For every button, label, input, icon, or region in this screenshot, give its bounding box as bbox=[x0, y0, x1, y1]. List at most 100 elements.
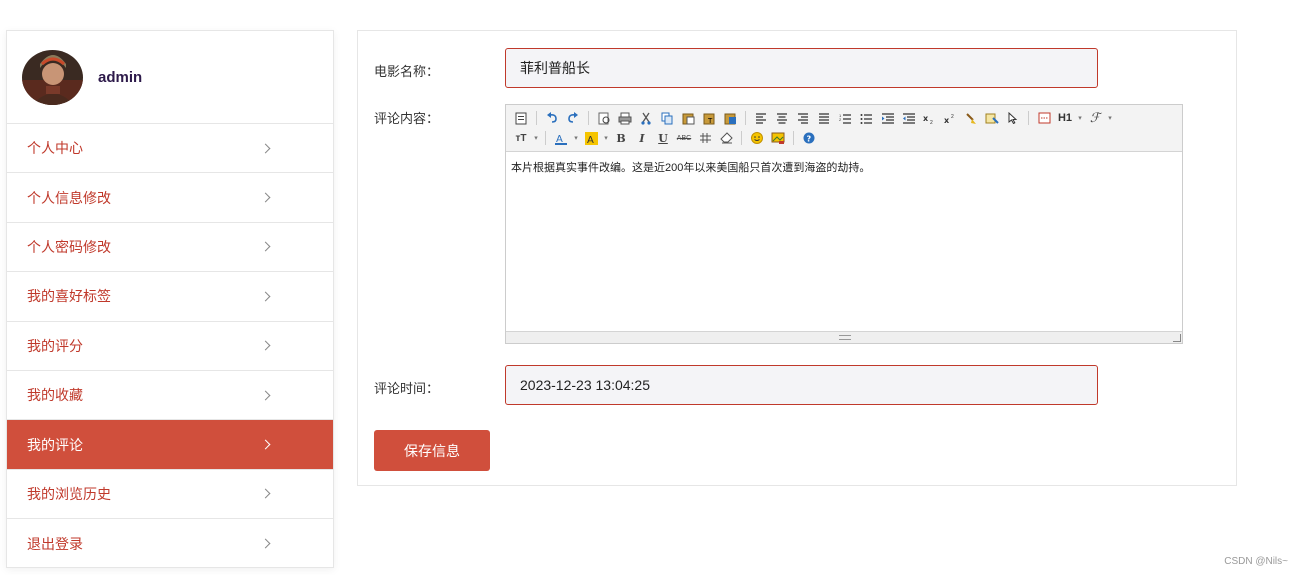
comment-content-textarea[interactable]: 本片根据真实事件改编。这是近200年以来美国船只首次遭到海盗的劫持。 bbox=[506, 152, 1182, 331]
movie-name-value: 菲利普船长 bbox=[520, 60, 590, 76]
chevron-right-icon bbox=[260, 390, 271, 401]
outdent-icon[interactable] bbox=[899, 109, 917, 127]
sidebar-item-label: 个人中心 bbox=[27, 140, 83, 157]
emoji-icon[interactable] bbox=[748, 129, 766, 147]
corner-resize-icon[interactable] bbox=[1173, 334, 1181, 342]
heading-dropdown[interactable]: H1 bbox=[1056, 109, 1074, 127]
chevron-down-icon[interactable]: ▾ bbox=[533, 129, 539, 147]
print-icon[interactable] bbox=[616, 109, 634, 127]
watermark: CSDN @Nils~ bbox=[1224, 556, 1288, 567]
toolbar-divider bbox=[793, 131, 794, 145]
sidebar-item-personal-center[interactable]: 个人中心 bbox=[7, 124, 333, 174]
underline-button[interactable]: U bbox=[654, 129, 672, 147]
svg-text:x: x bbox=[923, 114, 929, 123]
redo-icon[interactable] bbox=[564, 109, 582, 127]
toolbar-divider bbox=[1028, 111, 1029, 125]
sidebar-item-my-comments[interactable]: 我的评论 bbox=[7, 420, 333, 470]
subscript-icon[interactable]: x2 bbox=[920, 109, 938, 127]
save-button[interactable]: 保存信息 bbox=[374, 430, 490, 471]
toolbar-divider bbox=[536, 111, 537, 125]
movie-name-label: 电影名称： bbox=[374, 64, 440, 79]
toolbar-divider bbox=[741, 131, 742, 145]
resize-grip-icon[interactable] bbox=[839, 335, 851, 340]
chevron-right-icon bbox=[260, 488, 271, 499]
sidebar-item-my-ratings[interactable]: 我的评分 bbox=[7, 322, 333, 371]
preview-icon[interactable] bbox=[595, 109, 613, 127]
unordered-list-icon[interactable] bbox=[857, 109, 875, 127]
comment-time-label: 评论时间： bbox=[374, 381, 440, 396]
toolbar-divider bbox=[588, 111, 589, 125]
sidebar-item-favorite-tags[interactable]: 我的喜好标签 bbox=[7, 272, 333, 322]
editor-resize-bar[interactable] bbox=[506, 331, 1182, 343]
user-profile: admin bbox=[7, 31, 333, 124]
page-break-icon[interactable] bbox=[1035, 109, 1053, 127]
rich-text-editor: T 12 x 2 x 2 H1 ▾ ℱ ▾ тT ▾ A ▾ A ▾ B I U… bbox=[505, 104, 1183, 344]
sidebar-item-edit-password[interactable]: 个人密码修改 bbox=[7, 223, 333, 273]
font-color-icon[interactable]: A bbox=[552, 129, 570, 147]
comment-content-label: 评论内容： bbox=[374, 111, 440, 126]
chevron-right-icon bbox=[260, 538, 271, 549]
sidebar-item-label: 个人密码修改 bbox=[27, 238, 111, 255]
toolbar-divider bbox=[745, 111, 746, 125]
svg-text:2: 2 bbox=[930, 120, 933, 124]
bold-button[interactable]: B bbox=[612, 129, 630, 147]
svg-text:2: 2 bbox=[839, 117, 842, 122]
clear-format-icon[interactable] bbox=[983, 109, 1001, 127]
sidebar-item-logout[interactable]: 退出登录 bbox=[7, 519, 333, 568]
table-icon[interactable] bbox=[696, 129, 714, 147]
comment-time-input[interactable]: 2023-12-23 13:04:25 bbox=[505, 365, 1098, 405]
chevron-right-icon bbox=[260, 340, 271, 351]
chevron-down-icon[interactable]: ▾ bbox=[603, 129, 609, 147]
eraser-icon[interactable] bbox=[717, 129, 735, 147]
align-justify-icon[interactable] bbox=[815, 109, 833, 127]
indent-icon[interactable] bbox=[878, 109, 896, 127]
align-right-icon[interactable] bbox=[794, 109, 812, 127]
movie-name-input[interactable]: 菲利普船长 bbox=[505, 48, 1098, 88]
sidebar-item-label: 我的喜好标签 bbox=[27, 288, 111, 305]
copy-icon[interactable] bbox=[658, 109, 676, 127]
align-left-icon[interactable] bbox=[752, 109, 770, 127]
superscript-icon[interactable]: x2 bbox=[941, 109, 959, 127]
svg-text:A: A bbox=[587, 135, 594, 145]
highlight-color-icon[interactable]: A bbox=[582, 129, 600, 147]
paste-text-icon[interactable]: T bbox=[700, 109, 718, 127]
source-code-icon[interactable] bbox=[512, 109, 530, 127]
paste-icon[interactable] bbox=[679, 109, 697, 127]
align-center-icon[interactable] bbox=[773, 109, 791, 127]
chevron-down-icon[interactable]: ▾ bbox=[1107, 109, 1113, 127]
format-brush-icon[interactable] bbox=[962, 109, 980, 127]
sidebar: admin 个人中心 个人信息修改 个人密码修改 我的喜好标签 我的评分 我的收… bbox=[6, 30, 334, 568]
sidebar-item-edit-info[interactable]: 个人信息修改 bbox=[7, 173, 333, 223]
select-all-icon[interactable] bbox=[1004, 109, 1022, 127]
undo-icon[interactable] bbox=[543, 109, 561, 127]
comment-edit-panel: 电影名称： 菲利普船长 评论内容： T 1 2 x 2 x 2 H1 ▾ ℱ ▾… bbox=[357, 30, 1237, 486]
chevron-down-icon[interactable]: ▾ bbox=[573, 129, 579, 147]
chevron-right-icon bbox=[260, 439, 271, 450]
font-size-dropdown[interactable]: тT bbox=[512, 129, 530, 147]
help-icon[interactable]: ? bbox=[800, 129, 818, 147]
svg-text:x: x bbox=[944, 116, 950, 124]
sidebar-item-label: 我的评分 bbox=[27, 337, 83, 354]
avatar[interactable] bbox=[22, 49, 83, 105]
sidebar-item-browsing-history[interactable]: 我的浏览历史 bbox=[7, 470, 333, 520]
sidebar-item-label: 我的评论 bbox=[27, 436, 83, 453]
editor-toolbar: T 12 x 2 x 2 H1 ▾ ℱ ▾ тT ▾ A ▾ A ▾ B I U… bbox=[506, 105, 1182, 152]
chevron-right-icon bbox=[260, 291, 271, 302]
sidebar-item-label: 退出登录 bbox=[27, 535, 83, 552]
chevron-right-icon bbox=[260, 143, 271, 154]
strikethrough-button[interactable]: ABC bbox=[675, 129, 693, 147]
comment-content-text: 本片根据真实事件改编。这是近200年以来美国船只首次遭到海盗的劫持。 bbox=[511, 162, 871, 174]
chevron-down-icon[interactable]: ▾ bbox=[1077, 109, 1083, 127]
ordered-list-icon[interactable]: 12 bbox=[836, 109, 854, 127]
cut-icon[interactable] bbox=[637, 109, 655, 127]
svg-text:T: T bbox=[707, 117, 713, 125]
italic-button[interactable]: I bbox=[633, 129, 651, 147]
comment-time-value: 2023-12-23 13:04:25 bbox=[520, 377, 650, 393]
image-icon[interactable] bbox=[769, 129, 787, 147]
font-family-icon[interactable]: ℱ bbox=[1086, 109, 1104, 127]
paste-word-icon[interactable] bbox=[721, 109, 739, 127]
chevron-right-icon bbox=[260, 242, 271, 252]
sidebar-item-label: 个人信息修改 bbox=[27, 189, 111, 206]
sidebar-item-my-collections[interactable]: 我的收藏 bbox=[7, 371, 333, 421]
sidebar-item-label: 我的浏览历史 bbox=[27, 485, 111, 502]
